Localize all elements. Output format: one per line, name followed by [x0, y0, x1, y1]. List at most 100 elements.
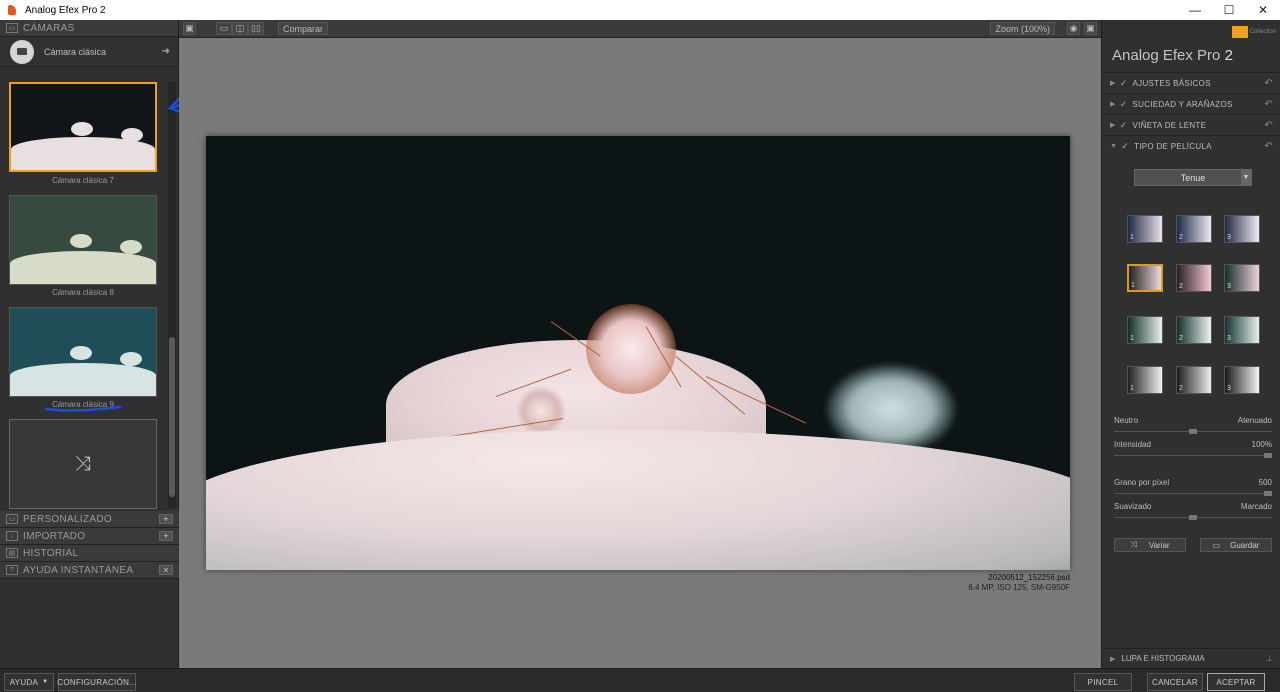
film-swatch[interactable]: 2 [1176, 366, 1212, 394]
accept-button[interactable]: ACEPTAR [1207, 673, 1265, 691]
side-by-side-icon[interactable]: ▯▯ [248, 22, 264, 35]
random-preset-button[interactable]: ⤨ [9, 419, 157, 509]
expand-triangle-icon[interactable]: ▶ [1110, 79, 1116, 87]
expand-triangle-icon[interactable]: ▶ [1110, 121, 1116, 129]
shuffle-icon: ⤨ [75, 452, 91, 475]
film-swatch[interactable]: 3 [1224, 215, 1260, 243]
grain-slider[interactable]: Grano por píxel 500 [1114, 478, 1272, 496]
film-swatch[interactable]: 1 [1127, 316, 1163, 344]
single-view-icon[interactable]: ▭ [216, 22, 232, 35]
collapse-triangle-icon[interactable]: ▼ [1110, 143, 1117, 150]
checkmark-icon[interactable]: ✓ [1121, 141, 1129, 152]
import-icon: ↓ [6, 531, 18, 541]
fullscreen-icon[interactable]: ▣ [1084, 22, 1097, 35]
close-button[interactable]: ✕ [1246, 0, 1280, 20]
cancel-button[interactable]: CANCELAR [1147, 673, 1203, 691]
preset-categories: ▭ PERSONALIZADO + ↓ IMPORTADO + ▤ HISTOR… [0, 511, 179, 579]
checkmark-icon[interactable]: ✓ [1120, 78, 1128, 89]
section-ajustes-basicos[interactable]: ▶ ✓ AJUSTES BÁSICOS ↶ [1102, 72, 1280, 93]
section-historial[interactable]: ▤ HISTORIAL [0, 545, 179, 562]
loupe-label: LUPA E HISTOGRAMA [1121, 654, 1205, 663]
swatch-number: 1 [1130, 385, 1134, 392]
section-personalizado[interactable]: ▭ PERSONALIZADO + [0, 511, 179, 528]
slider-knob[interactable] [1264, 453, 1272, 458]
save-icon: ▭ [1212, 540, 1221, 550]
zoom-button[interactable]: Zoom (100%) [990, 22, 1055, 35]
swatch-number: 3 [1227, 335, 1231, 342]
save-label: Guardar [1230, 540, 1260, 550]
reset-icon[interactable]: ↶ [1264, 78, 1273, 89]
loupe-histogram-section[interactable]: ▶ LUPA E HISTOGRAMA ⊥ [1102, 648, 1280, 668]
background-color-icon[interactable]: ◉ [1067, 22, 1080, 35]
expand-triangle-icon[interactable]: ▶ [1110, 100, 1116, 108]
brush-button[interactable]: PINCEL [1074, 673, 1132, 691]
preview-toolbar: ▣ ▭ ◫ ▯▯ Comparar Zoom (100%) ◉ ▣ [179, 20, 1101, 38]
vary-button[interactable]: ⤨ Variar [1114, 538, 1186, 552]
slider-knob[interactable] [1189, 515, 1197, 520]
swatch-number: 2 [1179, 335, 1183, 342]
section-tipo-pelicula[interactable]: ▼ ✓ TIPO DE PELÍCULA ↶ [1102, 135, 1280, 156]
section-suciedad-aranazos[interactable]: ▶ ✓ SUCIEDAD Y ARAÑAZOS ↶ [1102, 93, 1280, 114]
presets-panel: ▭ CÁMARAS Cámara clásica ➜ Cámara clásic… [0, 20, 230, 668]
section-label: SUCIEDAD Y ARAÑAZOS [1132, 99, 1233, 109]
film-swatch[interactable]: 3 [1224, 264, 1260, 292]
film-swatch[interactable]: 3 [1224, 366, 1260, 394]
film-swatch[interactable]: 1 [1127, 264, 1163, 292]
settings-button[interactable]: CONFIGURACIÓN... [57, 673, 136, 691]
maximize-button[interactable]: ☐ [1212, 0, 1246, 20]
add-icon[interactable]: + [159, 514, 173, 524]
section-importado[interactable]: ↓ IMPORTADO + [0, 528, 179, 545]
add-icon[interactable]: + [159, 531, 173, 541]
intensity-slider[interactable]: Intensidad 100% [1114, 440, 1272, 458]
toggle-panels-icon[interactable]: ▣ [183, 22, 196, 35]
section-vineta-lente[interactable]: ▶ ✓ VIÑETA DE LENTE ↶ [1102, 114, 1280, 135]
checkmark-icon[interactable]: ✓ [1120, 120, 1128, 131]
slider-right-label: Marcado [1240, 502, 1272, 511]
slider-knob[interactable] [1189, 429, 1197, 434]
reset-icon[interactable]: ↶ [1264, 141, 1273, 152]
pin-icon[interactable]: ⊥ [1266, 654, 1273, 663]
checkmark-icon[interactable]: ✓ [1120, 99, 1128, 110]
section-label: IMPORTADO [23, 530, 86, 542]
film-swatch[interactable]: 2 [1176, 264, 1212, 292]
help-label: AYUDA [9, 677, 39, 687]
app-logo-icon [6, 4, 18, 16]
swatch-number: 1 [1131, 282, 1135, 289]
help-icon: ? [6, 565, 18, 575]
file-info: 20200512_152256.psd 6.4 MP, ISO 125, SM-… [968, 573, 1070, 593]
film-swatch[interactable]: 2 [1176, 215, 1212, 243]
section-ayuda-instantanea[interactable]: ? AYUDA INSTANTÁNEA × [0, 562, 179, 579]
film-swatch[interactable]: 1 [1127, 215, 1163, 243]
swatch-number: 3 [1227, 234, 1231, 241]
reset-icon[interactable]: ↶ [1264, 120, 1273, 131]
slider-value: 500 [1258, 478, 1272, 487]
help-button[interactable]: AYUDA ▼ [4, 673, 54, 691]
expand-triangle-icon[interactable]: ▶ [1110, 655, 1115, 663]
window-title: Analog Efex Pro 2 [25, 4, 106, 16]
split-view-icon[interactable]: ◫ [232, 22, 248, 35]
panel-header: Collection Analog Efex Pro 2 [1102, 20, 1280, 72]
compare-button[interactable]: Comparar [278, 22, 329, 35]
smoothing-slider[interactable]: Suavizado Marcado [1114, 502, 1272, 520]
film-type-value: Tenue [1180, 172, 1206, 183]
file-name: 20200512_152256.psd [988, 573, 1070, 582]
film-swatch[interactable]: 1 [1127, 366, 1163, 394]
photo-preview[interactable] [206, 136, 1070, 570]
film-actions: ⤨ Variar ▭ Guardar [1114, 538, 1272, 552]
film-type-dropdown[interactable]: Tenue ▼ [1134, 169, 1252, 186]
slider-value: 100% [1251, 440, 1272, 449]
shuffle-icon: ⤨ [1130, 540, 1137, 549]
slider-knob[interactable] [1264, 491, 1272, 496]
close-icon[interactable]: × [159, 565, 173, 575]
tone-slider[interactable]: Neutro Atenuado [1114, 416, 1272, 434]
history-icon: ▤ [6, 548, 18, 558]
film-swatch[interactable]: 2 [1176, 316, 1212, 344]
minimize-button[interactable]: — [1178, 0, 1212, 20]
film-swatch[interactable]: 3 [1224, 316, 1260, 344]
slider-left-label: Grano por píxel [1114, 478, 1170, 487]
product-title: Analog Efex Pro 2 [1112, 47, 1233, 64]
save-preset-button[interactable]: ▭ Guardar [1200, 538, 1272, 552]
section-label: HISTORIAL [23, 547, 79, 559]
swatch-number: 3 [1227, 283, 1231, 290]
reset-icon[interactable]: ↶ [1264, 99, 1273, 110]
